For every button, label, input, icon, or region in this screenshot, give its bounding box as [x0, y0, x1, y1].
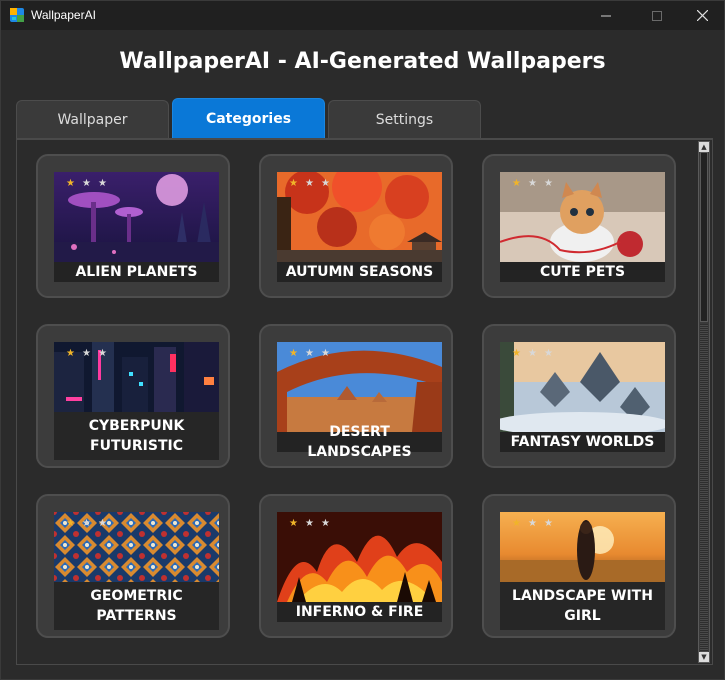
autumn-seasons-thumbnail: ★ ★ ★ — [277, 172, 442, 262]
alien-planets-thumbnail: ★ ★ ★ — [54, 172, 219, 262]
star-empty-icon: ★ — [304, 178, 314, 189]
category-label-line1: CYBERPUNK — [88, 418, 185, 434]
minimize-icon — [601, 15, 611, 16]
star-empty-icon: ★ — [97, 348, 107, 359]
cyberpunk-futuristic-thumbnail: ★ ★ ★ — [54, 342, 219, 412]
page-title: WallpaperAI - AI-Generated Wallpapers — [119, 49, 606, 74]
tab-settings[interactable]: Settings — [328, 100, 481, 138]
category-label: FANTASY WORLDS — [500, 432, 665, 452]
category-label: DESERT LANDSCAPES — [277, 424, 442, 460]
category-label-line2: PATTERNS — [96, 608, 177, 624]
star-empty-icon: ★ — [81, 348, 91, 359]
tab-wallpaper[interactable]: Wallpaper — [16, 100, 169, 138]
category-label-line1: GEOMETRIC — [90, 588, 183, 604]
rating-stars: ★ ★ ★ — [66, 349, 107, 359]
star-empty-icon: ★ — [81, 518, 91, 529]
cute-pets-thumbnail: ★ ★ ★ — [500, 172, 665, 262]
scroll-down-icon[interactable]: ▼ — [699, 652, 709, 662]
star-empty-icon: ★ — [543, 518, 553, 529]
rating-stars: ★ ★ ★ — [289, 519, 330, 529]
categories-panel: ★ ★ ★ ALIEN PLANETS ★ ★ ★ AUTUMN SEASONS… — [16, 138, 713, 665]
category-card-cyberpunk-futuristic[interactable]: ★ ★ ★ CYBERPUNK FUTURISTIC — [36, 324, 230, 468]
star-empty-icon: ★ — [527, 178, 537, 189]
rating-stars: ★ ★ ★ — [512, 179, 553, 189]
vertical-scrollbar[interactable]: ▲ ▼ — [698, 141, 710, 663]
minimize-button[interactable] — [583, 1, 629, 30]
inferno-fire-thumbnail: ★ ★ ★ — [277, 512, 442, 602]
star-empty-icon: ★ — [320, 178, 330, 189]
title-bar: WallpaperAI — [1, 1, 724, 30]
close-icon — [696, 10, 708, 21]
star-filled-icon: ★ — [512, 178, 521, 189]
rating-stars: ★ ★ ★ — [66, 179, 107, 189]
category-card-cute-pets[interactable]: ★ ★ ★ CUTE PETS — [482, 154, 676, 298]
star-empty-icon: ★ — [304, 518, 314, 529]
star-empty-icon: ★ — [543, 178, 553, 189]
star-empty-icon: ★ — [543, 348, 553, 359]
star-filled-icon: ★ — [512, 348, 521, 359]
category-card-geometric-patterns[interactable]: ★ ★ ★ GEOMETRIC PATTERNS — [36, 494, 230, 638]
category-label-line2: GIRL — [564, 608, 601, 624]
star-filled-icon: ★ — [289, 518, 298, 529]
star-filled-icon: ★ — [66, 178, 75, 189]
star-filled-icon: ★ — [512, 518, 521, 529]
rating-stars: ★ ★ ★ — [512, 519, 553, 529]
scroll-thumb[interactable] — [700, 152, 708, 322]
category-card-desert-landscapes[interactable]: ★ ★ ★ DESERT LANDSCAPES — [259, 324, 453, 468]
star-filled-icon: ★ — [66, 348, 75, 359]
star-empty-icon: ★ — [320, 348, 330, 359]
category-card-alien-planets[interactable]: ★ ★ ★ ALIEN PLANETS — [36, 154, 230, 298]
star-empty-icon: ★ — [527, 518, 537, 529]
category-card-landscape-with-girl[interactable]: ★ ★ ★ LANDSCAPE WITH GIRL — [482, 494, 676, 638]
scroll-up-icon[interactable]: ▲ — [699, 142, 709, 152]
desert-landscapes-thumbnail: ★ ★ ★ — [277, 342, 442, 432]
star-empty-icon: ★ — [320, 518, 330, 529]
star-empty-icon: ★ — [304, 348, 314, 359]
scroll-track[interactable] — [700, 324, 708, 652]
star-empty-icon: ★ — [527, 348, 537, 359]
fantasy-worlds-thumbnail: ★ ★ ★ — [500, 342, 665, 432]
maximize-button[interactable] — [634, 1, 680, 30]
app-window: WallpaperAI WallpaperAI - AI-Generated W… — [0, 0, 725, 680]
star-filled-icon: ★ — [66, 518, 75, 529]
landscape-with-girl-thumbnail: ★ ★ ★ — [500, 512, 665, 582]
window-title: WallpaperAI — [31, 8, 96, 22]
category-label: CYBERPUNK FUTURISTIC — [54, 412, 219, 460]
close-button[interactable] — [679, 1, 725, 30]
category-label: ALIEN PLANETS — [54, 262, 219, 282]
maximize-icon — [652, 10, 662, 21]
category-label: LANDSCAPE WITH GIRL — [500, 582, 665, 630]
category-label: AUTUMN SEASONS — [277, 262, 442, 282]
rating-stars: ★ ★ ★ — [512, 349, 553, 359]
geometric-patterns-thumbnail: ★ ★ ★ — [54, 512, 219, 582]
tab-categories[interactable]: Categories — [172, 98, 325, 138]
star-filled-icon: ★ — [289, 178, 298, 189]
category-label: CUTE PETS — [500, 262, 665, 282]
category-label: INFERNO & FIRE — [277, 602, 442, 622]
app-logo-icon — [10, 8, 24, 22]
category-label: GEOMETRIC PATTERNS — [54, 582, 219, 630]
star-empty-icon: ★ — [97, 518, 107, 529]
rating-stars: ★ ★ ★ — [66, 519, 107, 529]
category-label-line2: FUTURISTIC — [90, 438, 183, 454]
category-card-inferno-fire[interactable]: ★ ★ ★ INFERNO & FIRE — [259, 494, 453, 638]
star-empty-icon: ★ — [81, 178, 91, 189]
rating-stars: ★ ★ ★ — [289, 349, 330, 359]
star-empty-icon: ★ — [97, 178, 107, 189]
category-label-line1: LANDSCAPE WITH — [512, 588, 653, 604]
rating-stars: ★ ★ ★ — [289, 179, 330, 189]
star-filled-icon: ★ — [289, 348, 298, 359]
category-card-autumn-seasons[interactable]: ★ ★ ★ AUTUMN SEASONS — [259, 154, 453, 298]
category-card-fantasy-worlds[interactable]: ★ ★ ★ FANTASY WORLDS — [482, 324, 676, 468]
